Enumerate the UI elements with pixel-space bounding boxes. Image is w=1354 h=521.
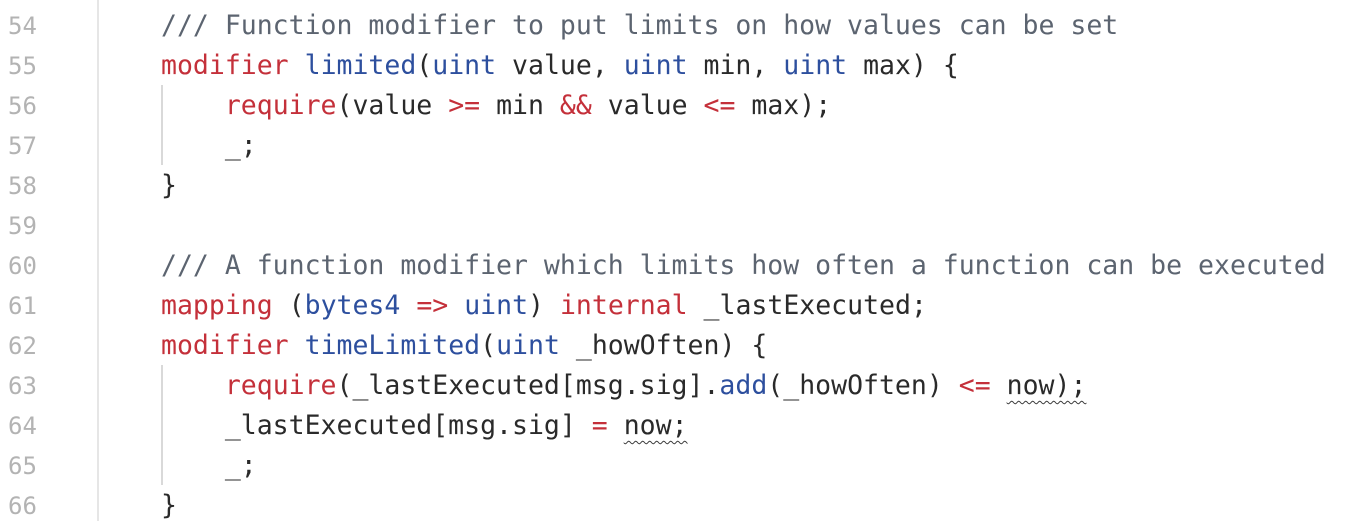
- code-editor[interactable]: 54 /// Function modifier to put limits on…: [0, 0, 1354, 521]
- code-text: modifier limited(uint value, uint min, u…: [161, 46, 959, 86]
- code-token: _lastExecuted[msg.sig]: [161, 410, 592, 441]
- code-token: uint: [496, 330, 560, 361]
- line-number: 60: [8, 252, 37, 280]
- code-token: max) {: [847, 50, 959, 81]
- code-text: _lastExecuted[msg.sig] = now;: [161, 406, 688, 446]
- code-token: value: [591, 90, 704, 121]
- line-number: 66: [8, 492, 37, 520]
- code-token: }: [161, 170, 177, 201]
- code-token: /// A function modifier which limits how…: [161, 250, 1326, 281]
- code-token: /// Function modifier to put limits on h…: [161, 10, 1119, 41]
- code-line[interactable]: 59: [0, 206, 1354, 246]
- code-token: require: [224, 90, 337, 121]
- line-number: 64: [8, 412, 37, 440]
- code-token: min,: [687, 50, 784, 81]
- code-token: bytes4: [304, 290, 401, 321]
- code-text: }: [161, 166, 177, 206]
- code-line[interactable]: 54 /// Function modifier to put limits on…: [0, 6, 1354, 46]
- code-token: limited: [304, 50, 417, 81]
- code-line[interactable]: 63 require(_lastExecuted[msg.sig].add(_h…: [0, 366, 1354, 406]
- code-token: max);: [735, 90, 832, 121]
- code-token: =>: [416, 290, 449, 321]
- code-token: require: [224, 370, 337, 401]
- code-token: (: [480, 330, 497, 361]
- code-line[interactable]: 55 modifier limited(uint value, uint min,…: [0, 46, 1354, 86]
- line-number: 65: [8, 452, 37, 480]
- code-token: min: [480, 90, 560, 121]
- code-text: require(value >= min && value <= max);: [161, 86, 831, 126]
- code-token: >=: [448, 90, 481, 121]
- code-token: modifier: [161, 330, 289, 361]
- code-text: /// Function modifier to put limits on h…: [161, 6, 1118, 46]
- code-token: now);: [1006, 370, 1087, 401]
- line-number: 59: [8, 212, 37, 240]
- code-token: (_howOften): [767, 370, 959, 401]
- code-token: _lastExecuted;: [687, 290, 927, 321]
- code-line[interactable]: 60 /// A function modifier which limits h…: [0, 246, 1354, 286]
- code-token: uint: [464, 290, 529, 321]
- code-line[interactable]: 58}: [0, 166, 1354, 206]
- code-token: value,: [496, 50, 624, 81]
- code-token: mapping: [161, 290, 273, 321]
- code-token: internal: [559, 290, 688, 321]
- code-token: uint: [432, 50, 497, 81]
- code-token: &&: [559, 90, 592, 121]
- line-number: 55: [8, 52, 37, 80]
- code-line[interactable]: 57 _;: [0, 126, 1354, 166]
- code-text: _;: [161, 446, 257, 486]
- code-token: (: [416, 50, 433, 81]
- code-line[interactable]: 61 mapping (bytes4 => uint) internal _las…: [0, 286, 1354, 326]
- code-token: uint: [783, 50, 848, 81]
- code-text: /// A function modifier which limits how…: [161, 246, 1326, 286]
- code-line[interactable]: 66}: [0, 486, 1354, 521]
- code-token: modifier: [161, 50, 289, 81]
- code-text: mapping (bytes4 => uint) internal _lastE…: [161, 286, 927, 326]
- code-text: modifier timeLimited(uint _howOften) {: [161, 326, 767, 366]
- code-line[interactable]: 56 require(value >= min && value <= max)…: [0, 86, 1354, 126]
- code-token: now;: [623, 410, 688, 441]
- code-line[interactable]: 64 _lastExecuted[msg.sig] = now;: [0, 406, 1354, 446]
- line-number: 62: [8, 332, 37, 360]
- code-token: (value: [336, 90, 449, 121]
- line-number: 61: [8, 292, 37, 320]
- code-text: }: [161, 486, 177, 521]
- code-text: _;: [161, 126, 257, 166]
- code-token: timeLimited: [304, 330, 481, 361]
- code-token: uint: [623, 50, 688, 81]
- code-line[interactable]: 62 modifier timeLimited(uint _howOften) {: [0, 326, 1354, 366]
- code-line[interactable]: 65 _;: [0, 446, 1354, 486]
- code-token: <=: [958, 370, 991, 401]
- line-number: 63: [8, 372, 37, 400]
- code-token: _;: [161, 130, 257, 161]
- code-token: ): [528, 290, 560, 321]
- line-number: 54: [8, 12, 37, 40]
- line-number: 57: [8, 132, 37, 160]
- code-token: _howOften) {: [559, 330, 768, 361]
- code-text: require(_lastExecuted[msg.sig].add(_howO…: [161, 366, 1087, 406]
- code-token: (: [272, 290, 305, 321]
- code-token: <=: [703, 90, 736, 121]
- line-number: 56: [8, 92, 37, 120]
- code-token: (_lastExecuted[msg.sig].: [336, 370, 720, 401]
- code-token: _;: [161, 450, 257, 481]
- code-token: add: [719, 370, 768, 401]
- code-token: =: [591, 410, 608, 441]
- code-token: }: [161, 490, 177, 521]
- line-number: 58: [8, 172, 37, 200]
